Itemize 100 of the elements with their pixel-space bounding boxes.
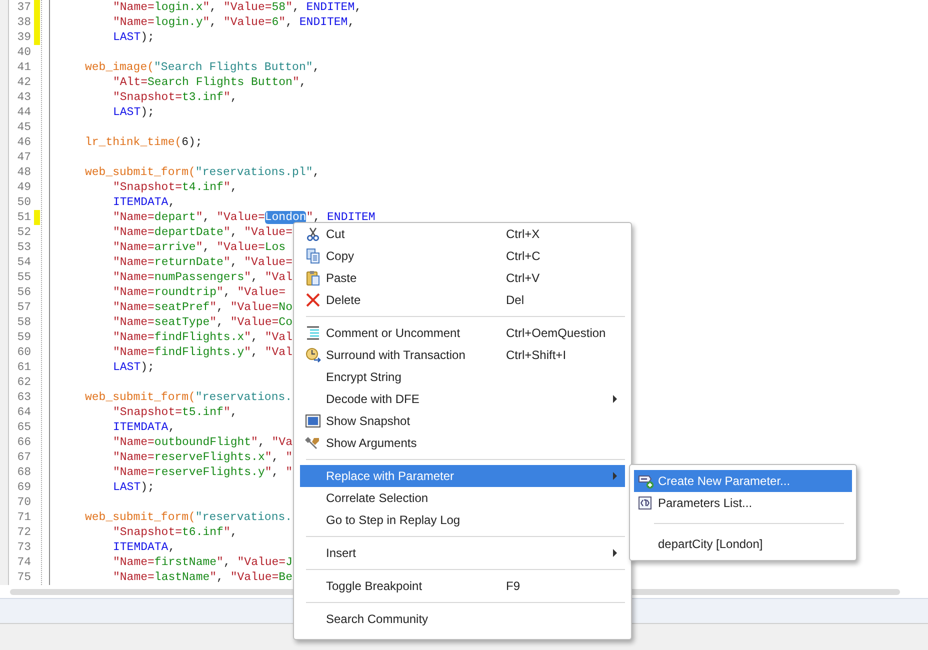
line-number: 58	[16, 315, 31, 330]
code-line: ITEMDATA,	[113, 196, 176, 209]
line-number: 41	[16, 60, 31, 75]
line-number: 61	[16, 360, 31, 375]
shortcut-text: Ctrl+C	[506, 249, 540, 263]
code-line: "Name=login.y", "Value=6", ENDITEM,	[113, 16, 355, 29]
menu-item[interactable]: Replace with Parameter	[300, 465, 625, 487]
code-line: "Name=arrive", "Value=Los	[113, 241, 286, 254]
code-line: "Name=reserveFlights.x", "	[113, 451, 292, 464]
tools-icon	[305, 435, 321, 451]
menu-item[interactable]: Toggle Breakpoint F9	[300, 575, 625, 597]
shortcut-text: Ctrl+X	[506, 227, 540, 241]
line-number: 63	[16, 390, 31, 405]
menu-item[interactable]: Encrypt String	[300, 366, 625, 388]
code-line: "Name=findFlights.x", "Val	[113, 331, 292, 344]
line-number: 43	[16, 90, 31, 105]
menu-item[interactable]: Cut Ctrl+X	[300, 223, 625, 245]
code-line: LAST);	[113, 106, 154, 119]
code-line: "Name=depart", "Value=London", ENDITEM	[113, 211, 376, 224]
code-line: "Name=login.x", "Value=58", ENDITEM,	[113, 1, 362, 14]
menu-item[interactable]: Surround with Transaction Ctrl+Shift+I	[300, 344, 625, 366]
line-number: 39	[16, 30, 31, 45]
line-number: 74	[16, 555, 31, 570]
line-number: 47	[16, 150, 31, 165]
menu-item[interactable]: Go to Step in Replay Log	[300, 509, 625, 531]
code-line: "Snapshot=t3.inf",	[113, 91, 238, 104]
line-number: 64	[16, 405, 31, 420]
shortcut-text: Ctrl+OemQuestion	[506, 326, 606, 340]
code-line: "Name=firstName", "Value=J	[113, 556, 292, 569]
code-line: LAST);	[113, 361, 154, 374]
line-number: 57	[16, 300, 31, 315]
line-number: 48	[16, 165, 31, 180]
code-line: "Name=roundtrip", "Value=	[113, 286, 286, 299]
shortcut-text: Ctrl+V	[506, 271, 540, 285]
code-line: "Name=lastName", "Value=Be	[113, 571, 292, 584]
line-number: 73	[16, 540, 31, 555]
code-line: "Alt=Search Flights Button",	[113, 76, 306, 89]
parameter-list-icon	[638, 495, 654, 511]
line-number: 51	[16, 210, 31, 225]
parameter-add-icon	[638, 473, 654, 489]
menu-item[interactable]: Decode with DFE	[300, 388, 625, 410]
code-line: web_submit_form("reservations.	[85, 511, 292, 524]
code-line: ITEMDATA,	[113, 541, 176, 554]
shortcut-text: Ctrl+Shift+I	[506, 348, 566, 362]
line-number: 56	[16, 285, 31, 300]
code-line: "Snapshot=t5.inf",	[113, 406, 238, 419]
menu-item[interactable]: Correlate Selection	[300, 487, 625, 509]
line-number: 60	[16, 345, 31, 360]
menu-item[interactable]: Copy Ctrl+C	[300, 245, 625, 267]
line-number: 71	[16, 510, 31, 525]
line-number: 37	[16, 0, 31, 15]
menu-item[interactable]: Parameters List...	[634, 492, 852, 514]
code-line: LAST);	[113, 481, 154, 494]
code-line: "Name=findFlights.y", "Val	[113, 346, 292, 359]
line-number: 46	[16, 135, 31, 150]
line-number: 45	[16, 120, 31, 135]
window-icon	[305, 413, 321, 429]
menu-item[interactable]: Show Arguments	[300, 432, 625, 454]
menu-item[interactable]: Show Snapshot	[300, 410, 625, 432]
code-line: "Name=returnDate", "Value=	[113, 256, 292, 269]
code-line: "Name=seatType", "Value=Co	[113, 316, 292, 329]
lines-icon	[305, 325, 321, 341]
menu-item[interactable]: Delete Del	[300, 289, 625, 311]
menu-item[interactable]: Comment or Uncomment Ctrl+OemQuestion	[300, 322, 625, 344]
menu-item[interactable]: Create New Parameter...	[634, 470, 852, 492]
line-number: 69	[16, 480, 31, 495]
line-number: 52	[16, 225, 31, 240]
line-number: 40	[16, 45, 31, 60]
code-line: ITEMDATA,	[113, 421, 176, 434]
code-line: "Snapshot=t4.inf",	[113, 181, 238, 194]
copy-icon	[305, 248, 321, 264]
code-line: web_image("Search Flights Button",	[85, 61, 320, 74]
code-line: "Name=seatPref", "Value=No	[113, 301, 292, 314]
line-number: 49	[16, 180, 31, 195]
line-number: 38	[16, 15, 31, 30]
line-number: 59	[16, 330, 31, 345]
shortcut-text: Del	[506, 293, 524, 307]
line-number: 70	[16, 495, 31, 510]
line-number: 42	[16, 75, 31, 90]
code-line: "Name=departDate", "Value=	[113, 226, 292, 239]
shortcut-text: F9	[506, 579, 520, 593]
delete-icon	[305, 292, 321, 308]
menu-item[interactable]: Paste Ctrl+V	[300, 267, 625, 289]
line-number: 50	[16, 195, 31, 210]
code-line: "Name=outboundFlight", "Va	[113, 436, 292, 449]
code-line: "Name=reserveFlights.y", "	[113, 466, 292, 479]
line-number: 67	[16, 450, 31, 465]
clock-icon	[305, 347, 321, 363]
line-number: 44	[16, 105, 31, 120]
code-line: web_submit_form("reservations.pl",	[85, 166, 320, 179]
menu-item[interactable]: Search Community	[300, 608, 625, 630]
line-number: 65	[16, 420, 31, 435]
menu-item[interactable]: departCity [London]	[634, 533, 852, 555]
line-number: 66	[16, 435, 31, 450]
code-line: lr_think_time(6);	[85, 136, 202, 149]
line-number: 54	[16, 255, 31, 270]
menu-item[interactable]: Insert	[300, 542, 625, 564]
code-line: "Name=numPassengers", "Val	[113, 271, 292, 284]
line-number: 72	[16, 525, 31, 540]
line-number: 75	[16, 570, 31, 585]
